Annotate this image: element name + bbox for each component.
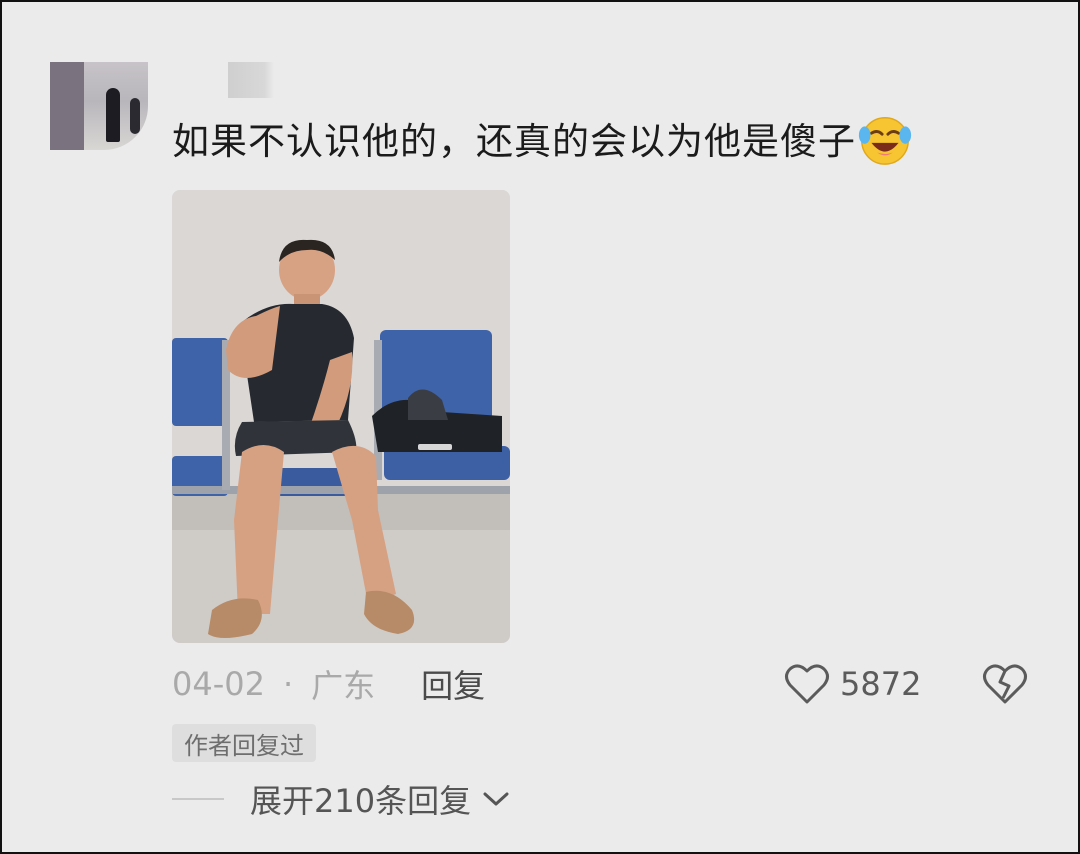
laughing-emoji-icon [858,116,912,165]
meta-separator: · [282,665,294,703]
reply-button[interactable]: 回复 [421,661,485,707]
comment-screen: 如果不认识他的，还真的会以为他是傻子 04-02 · 广东 回复 5872 作者… [0,0,1080,854]
expand-replies-label: 展开210条回复 [250,782,472,820]
heart-icon [785,664,829,704]
photo-man-on-bench [172,190,510,643]
expand-replies-button[interactable]: 展开210条回复 [172,777,511,821]
comment-meta: 04-02 · 广东 回复 [172,662,485,706]
broken-heart-icon [983,664,1027,704]
like-count: 5872 [840,665,922,703]
comment-location: 广东 [311,667,376,705]
divider [172,798,224,800]
comment-body: 如果不认识他的，还真的会以为他是傻子 [172,120,856,163]
chevron-down-icon [483,792,509,806]
author-replied-badge: 作者回复过 [172,724,316,762]
comment-photo[interactable] [172,190,510,643]
dislike-button[interactable] [982,662,1028,706]
like-button[interactable]: 5872 [784,662,921,706]
comment-date: 04-02 [172,665,265,703]
username-blurred[interactable] [228,62,274,98]
comment-text: 如果不认识他的，还真的会以为他是傻子 [172,114,914,170]
avatar[interactable] [50,62,148,150]
